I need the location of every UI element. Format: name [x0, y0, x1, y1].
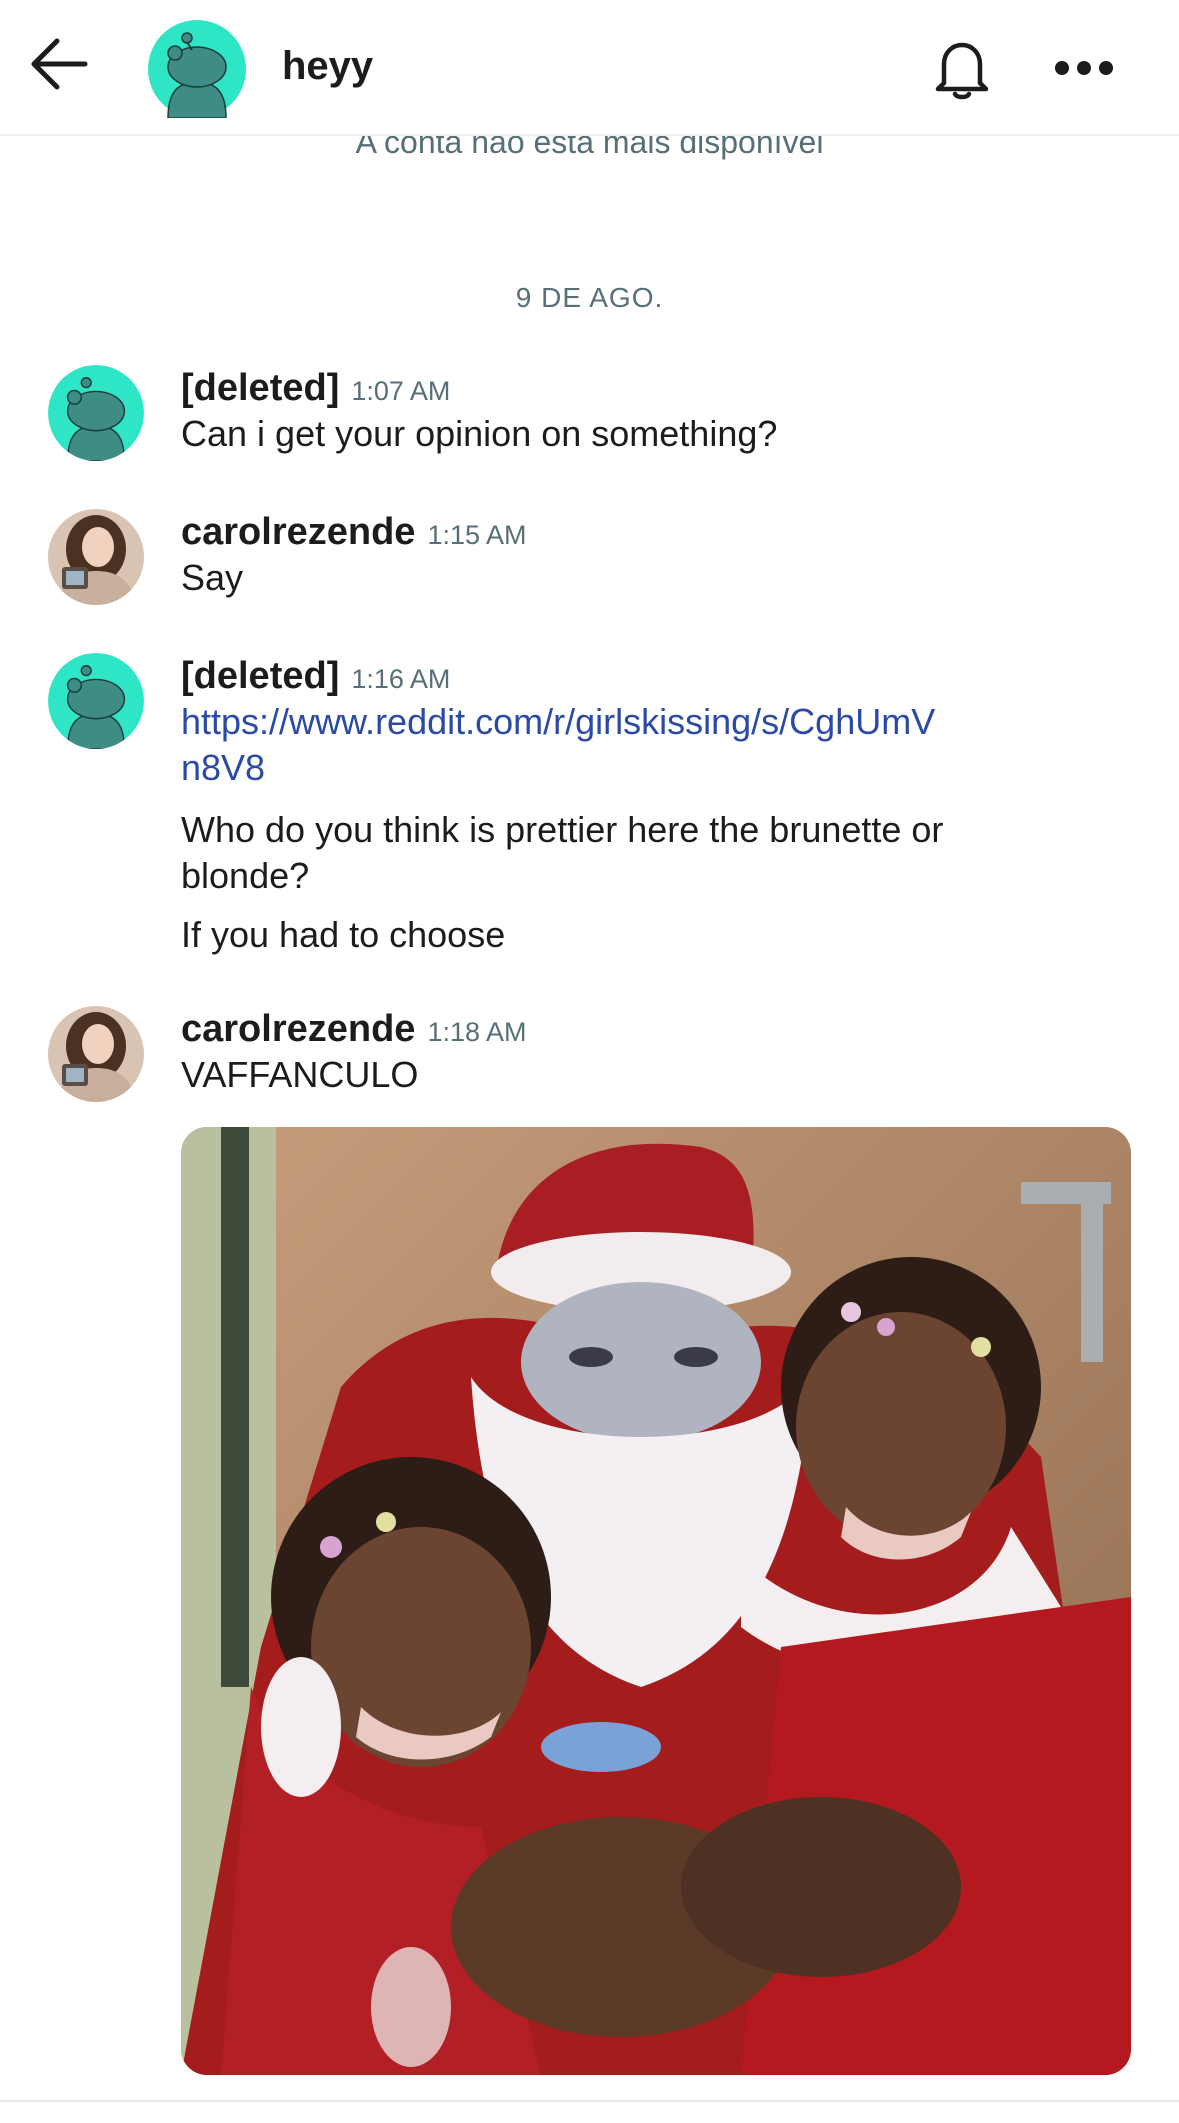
more-options-button[interactable]	[1044, 30, 1124, 106]
message-link-wrapper: https://www.reddit.com/r/girlskissing/s/…	[181, 699, 941, 791]
snoo-avatar-icon	[48, 365, 144, 461]
snoo-avatar-icon	[148, 20, 246, 119]
message-text: Can i get your opinion on something?	[181, 413, 778, 454]
message-timestamp: 1:16 AM	[351, 664, 451, 694]
image-attachment[interactable]	[181, 1127, 1131, 2075]
message-username[interactable]: carolrezende	[181, 1008, 415, 1050]
carolrezende-avatar[interactable]	[48, 509, 144, 605]
message-username[interactable]: [deleted]	[181, 655, 339, 697]
deleted-user-avatar[interactable]	[48, 365, 144, 461]
deleted-user-avatar[interactable]	[48, 653, 144, 749]
chat-header: heyy	[0, 0, 1179, 136]
composer-divider	[0, 2100, 1179, 2102]
message-header: carolrezende 1:18 AM	[181, 1008, 527, 1051]
arrow-left-icon	[31, 38, 88, 90]
more-horizontal-icon	[1055, 61, 1113, 75]
santa-photo-image	[181, 1127, 1131, 2075]
message-header: carolrezende 1:15 AM	[181, 511, 527, 554]
user-photo-avatar-icon	[48, 1006, 144, 1102]
shared-link[interactable]: https://www.reddit.com/r/girlskissing/s/…	[181, 701, 935, 788]
chat-avatar[interactable]	[148, 20, 246, 119]
message-username[interactable]: [deleted]	[181, 367, 339, 409]
carolrezende-avatar[interactable]	[48, 1006, 144, 1102]
user-photo-avatar-icon	[48, 509, 144, 605]
snoo-avatar-icon	[48, 653, 144, 749]
message-timestamp: 1:18 AM	[427, 1017, 527, 1047]
message-text: If you had to choose	[181, 914, 506, 955]
chat-title[interactable]: heyy	[282, 42, 373, 90]
back-button[interactable]	[22, 26, 98, 102]
date-separator: 9 DE AGO.	[515, 282, 664, 313]
message-text: Say	[181, 557, 244, 598]
chat-screen: heyy A conta não está mais disponível 9 …	[0, 0, 1179, 2123]
message-username[interactable]: carolrezende	[181, 511, 415, 553]
notifications-button[interactable]	[924, 30, 1000, 106]
message-text: Who do you think is prettier here the br…	[181, 809, 944, 896]
message-header: [deleted] 1:16 AM	[181, 655, 450, 698]
message-timestamp: 1:07 AM	[351, 376, 451, 406]
message-header: [deleted] 1:07 AM	[181, 367, 450, 410]
bell-icon	[935, 42, 989, 100]
message-text: VAFFANCULO	[181, 1054, 419, 1095]
message-timestamp: 1:15 AM	[427, 520, 527, 550]
